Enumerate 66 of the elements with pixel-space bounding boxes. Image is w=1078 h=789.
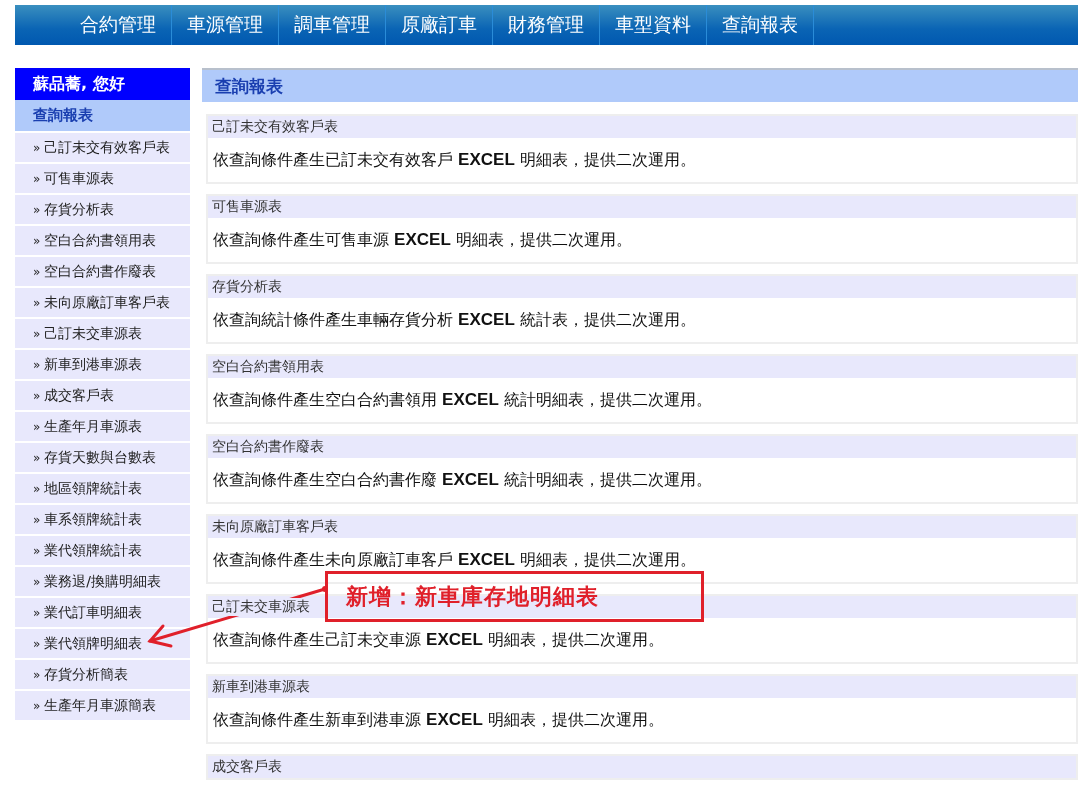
sidebar-link[interactable]: » 空白合約書作廢表 (15, 257, 190, 286)
report-title[interactable]: 新車到港車源表 (212, 678, 312, 696)
bullet-icon: » (33, 667, 41, 682)
nav-tab[interactable]: 查詢報表 (707, 5, 814, 45)
report-title[interactable]: 未向原廠訂車客戶表 (212, 518, 340, 536)
report-title[interactable]: 己訂未交有效客戶表 (212, 118, 340, 136)
sidebar-link[interactable]: » 未向原廠訂車客戶表 (15, 288, 190, 317)
sidebar-link[interactable]: » 生產年月車源簡表 (15, 691, 190, 720)
report-title[interactable]: 成交客戶表 (212, 758, 284, 776)
report-title[interactable]: 空白合約書領用表 (212, 358, 326, 376)
nav-tab[interactable]: 車型資料 (600, 5, 707, 45)
bullet-icon: » (33, 388, 41, 403)
sidebar-link[interactable]: » 業務退/換購明細表 (15, 567, 190, 596)
bullet-icon: » (33, 543, 41, 558)
report-description: 依查詢統計條件產生車輛存貨分析 EXCEL 統計表，提供二次運用。 (213, 309, 696, 331)
bullet-icon: » (33, 357, 41, 372)
sidebar-link[interactable]: » 存貨分析表 (15, 195, 190, 224)
bullet-icon: » (33, 419, 41, 434)
report-description: 依查詢條件產生未向原廠訂車客戶 EXCEL 明細表，提供二次運用。 (213, 549, 696, 571)
bullet-icon: » (33, 326, 41, 341)
sidebar-link[interactable]: » 車系領牌統計表 (15, 505, 190, 534)
report-title[interactable]: 空白合約書作廢表 (212, 438, 326, 456)
annotation-text: 新增：新車庫存地明細表 (346, 582, 599, 611)
report-title[interactable]: 己訂未交車源表 (212, 598, 312, 616)
bullet-icon: » (33, 233, 41, 248)
report-description: 依查詢條件產生可售車源 EXCEL 明細表，提供二次運用。 (213, 229, 632, 251)
bullet-icon: » (33, 636, 41, 651)
sidebar-link[interactable]: » 己訂未交車源表 (15, 319, 190, 348)
report-description: 依查詢條件產生空白合約書領用 EXCEL 統計明細表，提供二次運用。 (213, 389, 712, 411)
sidebar-link[interactable]: » 新車到港車源表 (15, 350, 190, 379)
bullet-icon: » (33, 171, 41, 186)
nav-tab[interactable]: 車源管理 (172, 5, 279, 45)
sidebar-link[interactable]: » 存貨天數與台數表 (15, 443, 190, 472)
bullet-icon: » (33, 264, 41, 279)
sidebar-link[interactable]: » 地區領牌統計表 (15, 474, 190, 503)
report-title[interactable]: 存貨分析表 (212, 278, 284, 296)
nav-tab[interactable]: 原廠訂車 (386, 5, 493, 45)
bullet-icon: » (33, 574, 41, 589)
report-description: 依查詢條件產生新車到港車源 EXCEL 明細表，提供二次運用。 (213, 709, 664, 731)
bullet-icon: » (33, 202, 41, 217)
nav-tab[interactable]: 財務管理 (493, 5, 600, 45)
section-header: 查詢報表 (15, 100, 190, 131)
bullet-icon: » (33, 698, 41, 713)
report-title[interactable]: 可售車源表 (212, 198, 284, 216)
bullet-icon: » (33, 605, 41, 620)
sidebar-link[interactable]: » 業代領牌統計表 (15, 536, 190, 565)
content-title: 查詢報表 (215, 74, 283, 98)
bullet-icon: » (33, 450, 41, 465)
report-description: 依查詢條件產生己訂未交車源 EXCEL 明細表，提供二次運用。 (213, 629, 664, 651)
sidebar-link[interactable]: » 己訂未交有效客戶表 (15, 133, 190, 162)
bullet-icon: » (33, 295, 41, 310)
sidebar-link[interactable]: » 業代領牌明細表 (15, 629, 190, 658)
greeting-header: 蘇品蕎, 您好 (15, 68, 190, 100)
sidebar-link[interactable]: » 生產年月車源表 (15, 412, 190, 441)
sidebar-link[interactable]: » 業代訂車明細表 (15, 598, 190, 627)
bullet-icon: » (33, 512, 41, 527)
bullet-icon: » (33, 140, 41, 155)
bullet-icon: » (33, 481, 41, 496)
sidebar-link[interactable]: » 存貨分析簡表 (15, 660, 190, 689)
nav-tab[interactable]: 調車管理 (279, 5, 386, 45)
sidebar-link[interactable]: » 可售車源表 (15, 164, 190, 193)
report-description: 依查詢條件產生空白合約書作廢 EXCEL 統計明細表，提供二次運用。 (213, 469, 712, 491)
sidebar-link[interactable]: » 空白合約書領用表 (15, 226, 190, 255)
nav-tab[interactable]: 合約管理 (65, 5, 172, 45)
sidebar-link[interactable]: » 成交客戶表 (15, 381, 190, 410)
report-description: 依查詢條件產生已訂未交有效客戶 EXCEL 明細表，提供二次運用。 (213, 149, 696, 171)
